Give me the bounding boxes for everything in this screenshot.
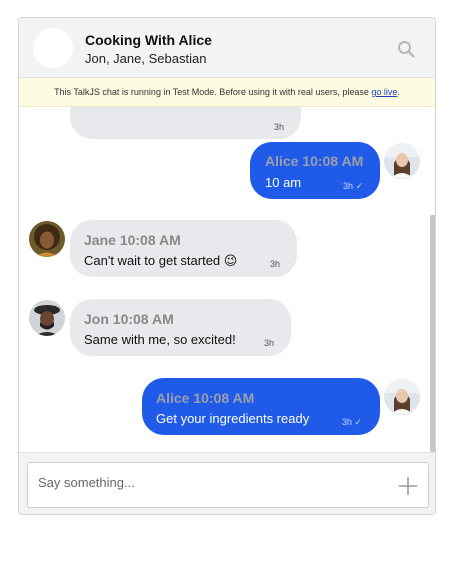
composer: Say something... <box>19 452 435 514</box>
message-sender: Jane 10:08 AM <box>84 232 181 248</box>
message-input[interactable]: Say something... <box>27 462 429 508</box>
message-text: Get your ingredients ready <box>156 411 310 426</box>
message-text: Same with me, so excited! <box>84 332 236 347</box>
chat-window: Cooking With Alice Jon, Jane, Sebastian … <box>18 17 436 515</box>
avatar-alice <box>384 143 420 179</box>
conversation-avatar <box>33 28 73 68</box>
message-time: 3h <box>270 259 281 269</box>
message-scrollbar[interactable] <box>430 215 435 452</box>
avatar-jane <box>29 221 65 257</box>
message-text: 10 am <box>265 175 302 190</box>
message-text: Can't wait to get started 😉 <box>84 253 238 268</box>
message-list[interactable]: 3h Alice 10:08 AM 10 am 3h ✓ Jane 10:08 … <box>19 107 435 452</box>
message-sender: Jon 10:08 AM <box>84 311 174 327</box>
message-time: 3h ✓ <box>343 181 364 191</box>
message-bubble[interactable]: Jane 10:08 AM Can't wait to get started … <box>70 220 297 277</box>
test-mode-banner: This TalkJS chat is running in Test Mode… <box>19 78 435 107</box>
message-sender: Alice 10:08 AM <box>265 153 364 169</box>
avatar-alice <box>384 379 420 415</box>
message-bubble[interactable]: 3h <box>70 107 301 139</box>
message-time: 3h <box>274 122 285 132</box>
banner-text: This TalkJS chat is running in Test Mode… <box>54 87 372 97</box>
banner-suffix: . <box>397 87 400 97</box>
go-live-link[interactable]: go live <box>371 87 397 97</box>
message-sender: Alice 10:08 AM <box>156 390 255 406</box>
message-bubble[interactable]: Jon 10:08 AM Same with me, so excited! 3… <box>70 299 291 356</box>
conversation-participants: Jon, Jane, Sebastian <box>85 51 207 66</box>
message-time: 3h <box>264 338 275 348</box>
message-input-placeholder: Say something... <box>38 475 135 490</box>
message-bubble[interactable]: Alice 10:08 AM 10 am 3h ✓ <box>250 142 380 199</box>
chat-header: Cooking With Alice Jon, Jane, Sebastian <box>19 18 435 78</box>
message-bubble[interactable]: Alice 10:08 AM Get your ingredients read… <box>142 378 380 435</box>
plus-icon[interactable] <box>398 476 418 496</box>
conversation-title: Cooking With Alice <box>85 32 212 48</box>
message-time: 3h ✓ <box>342 417 363 427</box>
search-icon[interactable] <box>397 40 415 58</box>
avatar-jon <box>29 300 65 336</box>
